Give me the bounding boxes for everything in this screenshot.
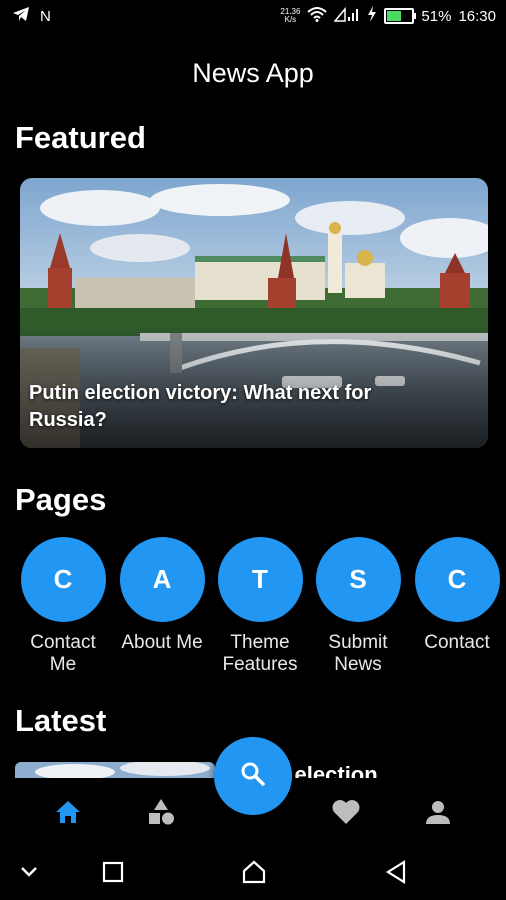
page-avatar[interactable]: T [217,537,303,622]
page-avatar[interactable]: S [315,537,401,622]
home-icon[interactable] [52,796,84,828]
wifi-icon [307,6,328,26]
battery-percent: 51% [421,7,452,25]
page-item-theme-features[interactable]: T Theme Features [215,537,305,676]
net-speed-unit: K/s [284,15,297,24]
categories-icon[interactable] [145,796,177,828]
clock: 16:30 [458,7,496,25]
n-icon: N [40,7,51,25]
page-item-about-me[interactable]: A About Me [117,537,207,654]
chevron-down-icon[interactable] [15,858,43,886]
page-avatar[interactable]: C [20,537,106,622]
system-navigation-bar [0,842,506,900]
profile-icon[interactable] [422,796,454,828]
page-avatar[interactable]: A [119,537,205,622]
search-fab[interactable] [214,737,292,815]
charging-icon [367,6,377,26]
page-label: Contact [424,632,490,653]
featured-section-title: Featured [15,120,146,155]
home-button-icon[interactable] [240,858,268,886]
page-item-contact-me[interactable]: C Contact Me [18,537,108,676]
search-icon [239,760,267,793]
network-speed: 21.36 K/s [280,8,300,24]
status-bar: N 21.36 K/s 51% 16:30 [0,0,506,34]
page-item-submit-news[interactable]: S Submit News [313,537,403,676]
app-title: News App [192,58,314,88]
battery-fill [387,11,401,21]
page-label: Submit News [328,632,388,675]
favorites-icon[interactable] [330,796,362,828]
latest-section-title: Latest [15,703,107,738]
signal-icon [333,6,360,26]
battery-icon [384,8,417,24]
page-avatar[interactable]: C [414,537,500,622]
pages-list[interactable]: C Contact Me A About Me T Theme Features… [0,537,506,687]
featured-headline[interactable]: Putin election victory: What next for Ru… [29,380,429,434]
page-item-contact[interactable]: C Contact [412,537,502,654]
back-icon[interactable] [382,858,410,886]
page-label: Theme Features [222,632,298,675]
telegram-icon [12,6,30,26]
page-label: About Me [121,632,203,653]
pages-section-title: Pages [15,482,107,517]
recents-icon[interactable] [99,858,127,886]
page-label: Contact Me [30,632,96,675]
